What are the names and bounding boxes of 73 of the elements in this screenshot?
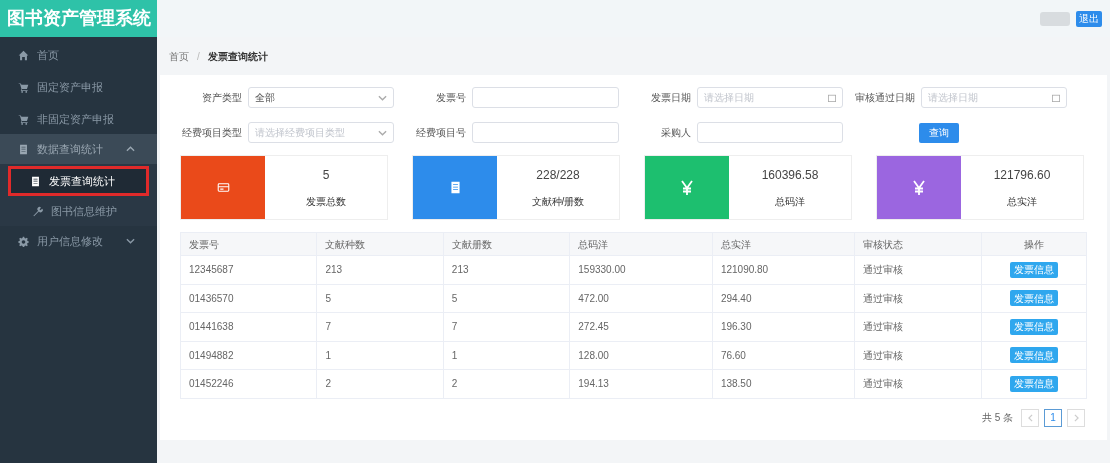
breadcrumb-separator: / bbox=[197, 49, 200, 64]
field-label: 发票号 bbox=[435, 91, 467, 105]
stat-value: 5 bbox=[322, 167, 330, 184]
table-cell: 01494882 bbox=[180, 341, 317, 370]
column-header: 文献种数 bbox=[316, 232, 444, 256]
stat-value: 228/228 bbox=[536, 167, 580, 184]
stat-value: 160396.58 bbox=[761, 167, 819, 184]
field-value: 全部 bbox=[255, 91, 275, 105]
table-cell: 01436570 bbox=[180, 284, 317, 313]
stat-label: 总实洋 bbox=[1007, 195, 1037, 209]
menu-item[interactable]: 固定资产申报 bbox=[0, 72, 157, 102]
table-cell: 5 bbox=[316, 284, 444, 313]
table-cell: 159330.00 bbox=[569, 255, 713, 284]
table-cell: 2 bbox=[316, 369, 444, 398]
invoice-info-button[interactable]: 发票信息 bbox=[1010, 347, 1058, 364]
select-field[interactable]: 全部 bbox=[248, 87, 395, 108]
invoice-info-button[interactable]: 发票信息 bbox=[1010, 261, 1058, 278]
menu-group[interactable]: 用户信息修改 bbox=[0, 226, 157, 256]
menu-item[interactable]: 首页 bbox=[0, 40, 157, 70]
table-cell: 通过审核 bbox=[855, 284, 982, 313]
column-header: 审核状态 bbox=[855, 232, 982, 256]
page-button[interactable]: 1 bbox=[1044, 408, 1062, 427]
column-header: 总实洋 bbox=[712, 232, 855, 256]
table-cell: 5 bbox=[443, 284, 570, 313]
table-cell: 7 bbox=[443, 312, 570, 341]
column-header: 发票号 bbox=[180, 232, 317, 256]
table-cell: 128.00 bbox=[569, 341, 713, 370]
table-cell: 272.45 bbox=[569, 312, 713, 341]
breadcrumb-item[interactable]: 首页 bbox=[169, 48, 189, 64]
table-cell: 通过审核 bbox=[855, 312, 982, 341]
field-label: 经费项目类型 bbox=[181, 126, 242, 140]
invoice-info-button[interactable]: 发票信息 bbox=[1010, 318, 1058, 335]
breadcrumb-item: 发票查询统计 bbox=[207, 49, 268, 64]
table-cell: 472.00 bbox=[569, 284, 713, 313]
table-cell: 01452246 bbox=[180, 369, 317, 398]
column-header: 总码洋 bbox=[569, 232, 713, 256]
stat-label: 总码洋 bbox=[775, 195, 805, 209]
stat-label: 发票总数 bbox=[306, 195, 346, 209]
table-cell: 01441638 bbox=[180, 312, 317, 341]
field-label: 审核通过日期 bbox=[853, 91, 915, 105]
stat-value: 121796.60 bbox=[993, 167, 1051, 184]
table-cell: 通过审核 bbox=[855, 369, 982, 398]
menu-group[interactable]: 数据查询统计 bbox=[0, 134, 157, 164]
table-cell: 通过审核 bbox=[855, 255, 982, 284]
invoice-info-button[interactable]: 发票信息 bbox=[1010, 375, 1058, 392]
logout-button[interactable]: 退出 bbox=[1076, 10, 1102, 27]
table-cell: 1 bbox=[443, 341, 570, 370]
table-cell: 2 bbox=[443, 369, 570, 398]
table-cell: 12345687 bbox=[180, 255, 317, 284]
table-cell: 213 bbox=[443, 255, 570, 284]
field-label: 资产类型 bbox=[201, 91, 242, 105]
field-label: 经费项目号 bbox=[415, 126, 467, 140]
table-cell: 7 bbox=[316, 312, 444, 341]
table-cell: 194.13 bbox=[569, 369, 713, 398]
table-cell: 138.50 bbox=[712, 369, 855, 398]
table-cell: 通过审核 bbox=[855, 341, 982, 370]
app-title: 图书资产管理系统 bbox=[0, 0, 157, 37]
table-cell: 121090.80 bbox=[712, 255, 855, 284]
table-cell: 294.40 bbox=[712, 284, 855, 313]
stat-label: 文献种/册数 bbox=[531, 195, 585, 209]
column-header: 操作 bbox=[981, 232, 1087, 256]
invoice-info-button[interactable]: 发票信息 bbox=[1010, 290, 1058, 307]
field-label: 发票日期 bbox=[649, 91, 691, 105]
menu-item[interactable]: 非固定资产申报 bbox=[0, 104, 157, 134]
table-cell: 196.30 bbox=[712, 312, 855, 341]
total-count: 共 5 条 bbox=[981, 411, 1013, 425]
search-button[interactable]: 查询 bbox=[918, 122, 959, 143]
table-cell: 213 bbox=[316, 255, 444, 284]
table-cell: 1 bbox=[316, 341, 444, 370]
column-header: 文献册数 bbox=[443, 232, 570, 256]
table-cell: 76.60 bbox=[712, 341, 855, 370]
menu-item[interactable]: 发票查询统计 bbox=[8, 166, 149, 196]
field-label: 采购人 bbox=[659, 126, 691, 140]
